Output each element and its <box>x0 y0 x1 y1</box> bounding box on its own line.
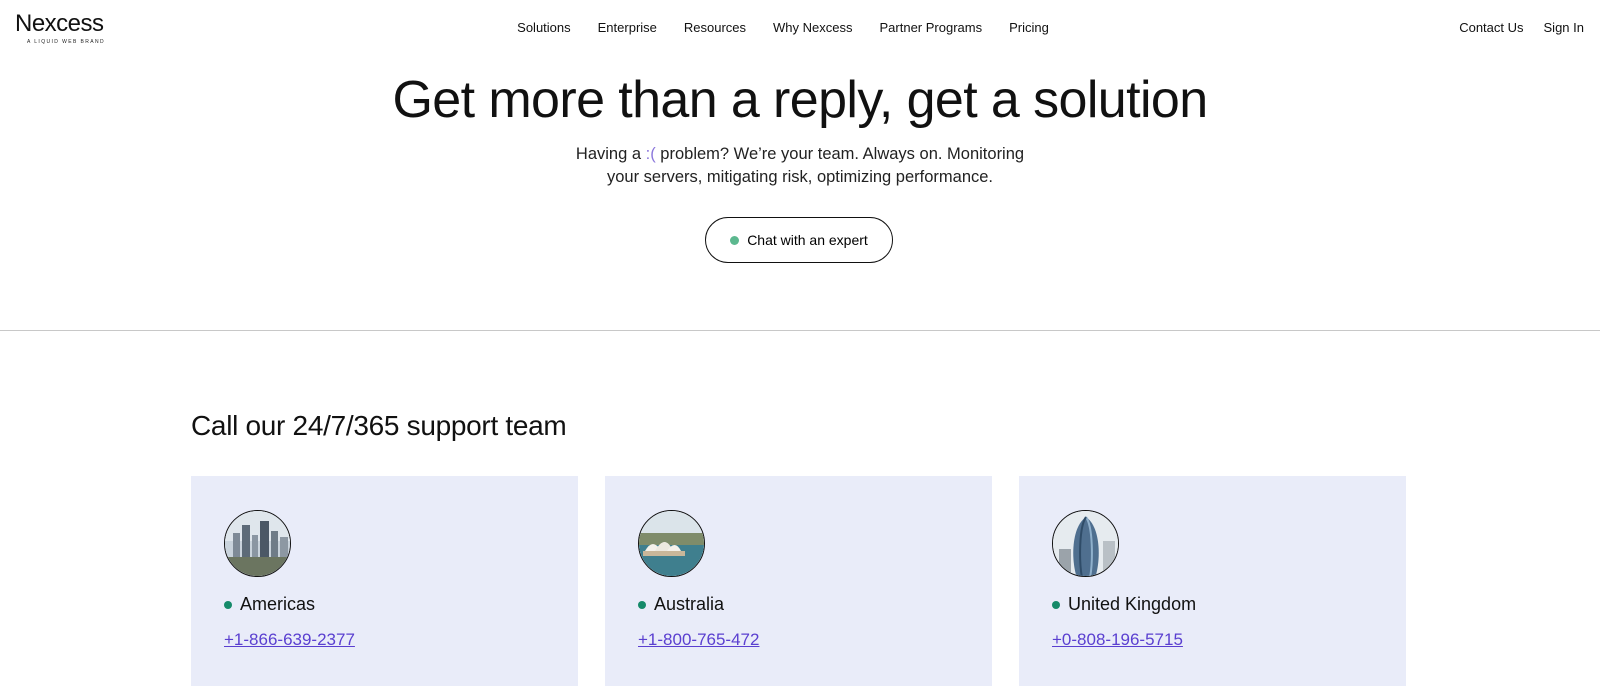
sign-in-link[interactable]: Sign In <box>1544 20 1584 35</box>
region-dot-icon <box>224 600 232 609</box>
online-status-icon <box>730 235 740 245</box>
main-nav: Solutions Enterprise Resources Why Nexce… <box>0 20 1600 35</box>
london-gherkin-image <box>1052 510 1119 577</box>
nav-why-nexcess[interactable]: Why Nexcess <box>773 20 852 35</box>
region-label: Australia <box>638 594 724 615</box>
hero-subtitle: Having a :( problem? We’re your team. Al… <box>0 143 1600 189</box>
nav-resources[interactable]: Resources <box>684 20 746 35</box>
contact-us-link[interactable]: Contact Us <box>1459 20 1523 35</box>
hero-subtitle-line1: Having a :( problem? We’re your team. Al… <box>0 143 1600 166</box>
header-actions: Contact Us Sign In <box>1459 20 1584 35</box>
subtitle-post: problem? We’re your team. Always on. Mon… <box>655 145 1025 163</box>
chat-button-label: Chat with an expert <box>747 232 868 248</box>
subtitle-pre: Having a <box>575 145 646 163</box>
phone-link-united-kingdom[interactable]: +0-808-196-5715 <box>1052 630 1183 650</box>
support-title: Call our 24/7/365 support team <box>191 410 567 441</box>
region-dot-icon <box>638 600 646 609</box>
support-card-americas: Americas +1-866-639-2377 <box>191 476 578 686</box>
region-label: Americas <box>224 594 315 615</box>
chat-with-expert-button[interactable]: Chat with an expert <box>705 217 893 263</box>
phone-link-australia[interactable]: +1-800-765-472 <box>638 630 759 650</box>
phone-link-americas[interactable]: +1-866-639-2377 <box>224 630 355 650</box>
city-skyline-image <box>224 510 291 577</box>
site-header: Nexcess A LIQUID WEB BRAND Solutions Ent… <box>0 0 1600 56</box>
support-card-australia: Australia +1-800-765-472 <box>605 476 992 686</box>
section-divider <box>0 330 1600 331</box>
support-cards: Americas +1-866-639-2377 Australia +1-80… <box>191 476 1406 686</box>
sydney-opera-house-image <box>638 510 705 577</box>
hero-subtitle-line2: your servers, mitigating risk, optimizin… <box>606 168 994 186</box>
logo-tagline: A LIQUID WEB BRAND <box>27 39 105 45</box>
region-name: Americas <box>240 594 316 614</box>
nav-pricing[interactable]: Pricing <box>1009 20 1049 35</box>
region-dot-icon <box>1052 600 1060 609</box>
nav-enterprise[interactable]: Enterprise <box>598 20 657 35</box>
sad-emoticon: :( <box>645 145 656 163</box>
support-card-united-kingdom: United Kingdom +0-808-196-5715 <box>1019 476 1406 686</box>
region-name: Australia <box>654 594 725 614</box>
hero-title: Get more than a reply, get a solution <box>392 71 1208 129</box>
region-name: United Kingdom <box>1068 594 1197 614</box>
nav-solutions[interactable]: Solutions <box>517 20 570 35</box>
region-label: United Kingdom <box>1052 594 1196 615</box>
nav-partner-programs[interactable]: Partner Programs <box>880 20 983 35</box>
